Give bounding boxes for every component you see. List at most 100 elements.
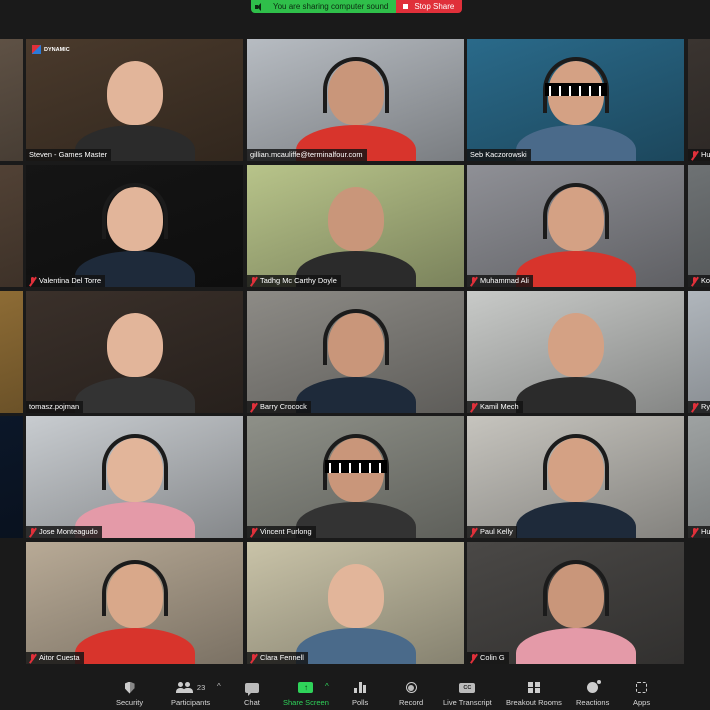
participant-name: gillian.mcauliffe@terminalfour.com (250, 150, 363, 159)
participant-name: Aitor Cuesta (39, 653, 80, 662)
polls-icon (354, 682, 367, 693)
participant-name-tag: gillian.mcauliffe@terminalfour.com (247, 149, 367, 161)
participant-face (327, 564, 384, 628)
participant-tile[interactable]: Muhammad Ali (467, 165, 684, 287)
participant-name: Seb Kaczorowski (470, 150, 527, 159)
participant-name: tomasz.pojman (29, 402, 80, 411)
participant-tile[interactable]: tomasz.pojman (26, 291, 243, 413)
participant-name-tag: Jose Monteagudo (26, 526, 102, 538)
participant-name-tag: Valentina Del Torre (26, 275, 106, 287)
participant-name: Colin G (480, 653, 505, 662)
participant-name-tag: tomasz.pojman (26, 401, 84, 413)
muted-mic-icon (691, 402, 698, 412)
apps-button[interactable]: Apps (633, 680, 650, 708)
live-transcript-label: Live Transcript (443, 698, 492, 707)
chat-button[interactable]: Chat (244, 680, 260, 708)
video-feed (0, 291, 23, 413)
participant-name-tag: Hu (688, 526, 710, 538)
closed-caption-icon: CC (459, 682, 476, 693)
record-button[interactable]: Record (399, 680, 423, 708)
participant-tile[interactable]: Seb Kaczorowski (467, 39, 684, 161)
participant-name-tag: Hu (688, 149, 710, 161)
participant-tile[interactable]: Aitor Cuesta (26, 542, 243, 664)
participant-name-tag: Tadhg Mc Carthy Doyle (247, 275, 341, 287)
chat-icon (244, 682, 259, 696)
participant-tile[interactable] (0, 165, 23, 287)
gallery-view: DYNAMIC Steven - Games Master gillian.mcau… (0, 0, 710, 676)
participant-name: Valentina Del Torre (39, 276, 102, 285)
muted-mic-icon (470, 402, 477, 412)
participant-name-tag: Vincent Furlong (247, 526, 316, 538)
participant-name-tag: Aitor Cuesta (26, 652, 84, 664)
security-label: Security (116, 698, 144, 707)
video-feed (688, 416, 710, 538)
live-transcript-button[interactable]: CC Live Transcript (443, 680, 492, 708)
muted-mic-icon (470, 653, 477, 663)
participant-name: Ko (701, 276, 710, 285)
participant-name-tag: Paul Kelly (467, 526, 517, 538)
breakout-rooms-button[interactable]: Breakout Rooms (506, 680, 562, 708)
share-screen-button[interactable]: ↑ Share Screen (283, 680, 329, 708)
share-screen-options-caret[interactable]: ^ (325, 682, 329, 691)
polls-button[interactable]: Polls (352, 680, 368, 708)
participant-tile[interactable]: Colin G (467, 542, 684, 664)
meeting-toolbar: Security 23 Participants ^ Chat ↑ Share … (0, 676, 710, 710)
muted-mic-icon (691, 527, 698, 537)
share-screen-icon: ↑ (298, 682, 314, 693)
participant-name-tag: Barry Crocock (247, 401, 311, 413)
participant-name: Steven - Games Master (29, 150, 108, 159)
participant-tile[interactable] (0, 291, 23, 413)
participant-tile[interactable]: Valentina Del Torre (26, 165, 243, 287)
record-icon (405, 682, 417, 693)
participant-tile[interactable]: Clara Fennell (247, 542, 464, 664)
participant-name: Barry Crocock (260, 402, 307, 411)
video-feed (688, 165, 710, 287)
participant-tile[interactable]: Ko (688, 165, 710, 287)
participant-tile[interactable]: Tadhg Mc Carthy Doyle (247, 165, 464, 287)
participant-tile[interactable]: Jose Monteagudo (26, 416, 243, 538)
participant-name-tag: Ry (688, 401, 710, 413)
participant-tile[interactable]: Paul Kelly (467, 416, 684, 538)
virtual-background-logo: DYNAMIC (32, 45, 70, 54)
muted-mic-icon (691, 276, 698, 286)
participant-tile[interactable]: Kamil Mech (467, 291, 684, 413)
participant-tile[interactable]: Ry (688, 291, 710, 413)
apps-icon (636, 682, 648, 693)
participant-tile[interactable] (0, 416, 23, 538)
participant-tile[interactable]: Hu (688, 39, 710, 161)
participant-tile[interactable]: DYNAMIC Steven - Games Master (26, 39, 243, 161)
muted-mic-icon (250, 527, 257, 537)
participant-tile[interactable] (0, 39, 23, 161)
participant-name-tag: Colin G (467, 652, 509, 664)
participant-name-tag: Seb Kaczorowski (467, 149, 531, 161)
muted-mic-icon (250, 276, 257, 286)
participant-name: Jose Monteagudo (39, 527, 98, 536)
participant-tile[interactable]: Barry Crocock (247, 291, 464, 413)
participant-tile[interactable]: Vincent Furlong (247, 416, 464, 538)
participant-face (327, 187, 384, 251)
muted-mic-icon (250, 653, 257, 663)
participant-name-tag: Ko (688, 275, 710, 287)
participant-name: Hu (701, 150, 710, 159)
video-feed (688, 291, 710, 413)
logo-icon (32, 45, 41, 54)
security-button[interactable]: Security (116, 680, 143, 708)
participant-name: Clara Fennell (260, 653, 304, 662)
participant-tile[interactable]: gillian.mcauliffe@terminalfour.com (247, 39, 464, 161)
reactions-button[interactable]: Reactions (576, 680, 609, 708)
muted-mic-icon (470, 527, 477, 537)
muted-mic-icon (250, 402, 257, 412)
muted-mic-icon (29, 276, 36, 286)
logo-text: DYNAMIC (44, 46, 70, 53)
video-feed (0, 165, 23, 287)
participants-options-caret[interactable]: ^ (217, 682, 221, 691)
participant-name: Ry (701, 402, 710, 411)
participant-face (106, 313, 163, 377)
participants-label: Participants (171, 698, 211, 707)
chat-label: Chat (244, 698, 260, 707)
record-label: Record (399, 698, 424, 707)
participant-name-tag: Kamil Mech (467, 401, 523, 413)
participant-tile[interactable]: Hu (688, 416, 710, 538)
participants-button[interactable]: 23 Participants (171, 680, 210, 708)
pixel-sunglasses-filter (324, 460, 387, 473)
